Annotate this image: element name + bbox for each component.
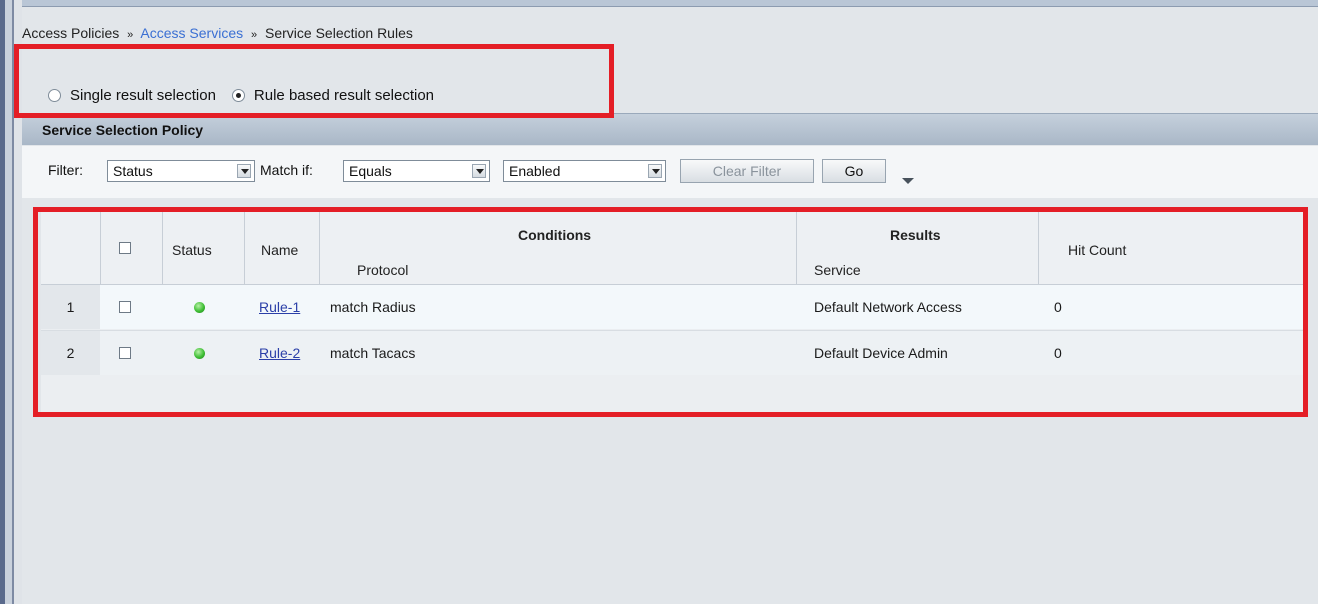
rules-table-highlight <box>33 207 1308 417</box>
go-button[interactable]: Go <box>822 159 886 183</box>
breadcrumb-separator: » <box>127 29 134 41</box>
filter-bar: Filter: Status Match if: Equals Enabled … <box>22 146 1318 198</box>
filter-field-select[interactable]: Status <box>107 160 255 182</box>
breadcrumb-access-policies: Access Policies <box>22 25 120 41</box>
chevron-down-icon[interactable] <box>648 164 662 178</box>
chevron-down-icon[interactable] <box>237 164 251 178</box>
breadcrumb-access-services-link[interactable]: Access Services <box>140 25 243 41</box>
breadcrumb-current-page: Service Selection Rules <box>265 25 413 41</box>
breadcrumb-separator: » <box>251 29 258 41</box>
window-top-border <box>0 0 1318 7</box>
match-if-label: Match if: <box>260 162 313 178</box>
policy-title: Service Selection Policy <box>42 122 204 138</box>
filter-value: Enabled <box>509 163 561 179</box>
filter-operator-value: Equals <box>349 163 392 179</box>
filter-options-dropdown-icon[interactable] <box>902 178 914 184</box>
filter-field-value: Status <box>113 163 153 179</box>
breadcrumb: Access Policies » Access Services » Serv… <box>22 25 413 41</box>
filter-operator-select[interactable]: Equals <box>343 160 490 182</box>
filter-value-select[interactable]: Enabled <box>503 160 666 182</box>
clear-filter-button[interactable]: Clear Filter <box>680 159 814 183</box>
main-panel: Access Policies » Access Services » Serv… <box>14 7 1318 604</box>
filter-label: Filter: <box>48 162 83 178</box>
selection-mode-highlight <box>14 44 614 118</box>
chevron-down-icon[interactable] <box>472 164 486 178</box>
